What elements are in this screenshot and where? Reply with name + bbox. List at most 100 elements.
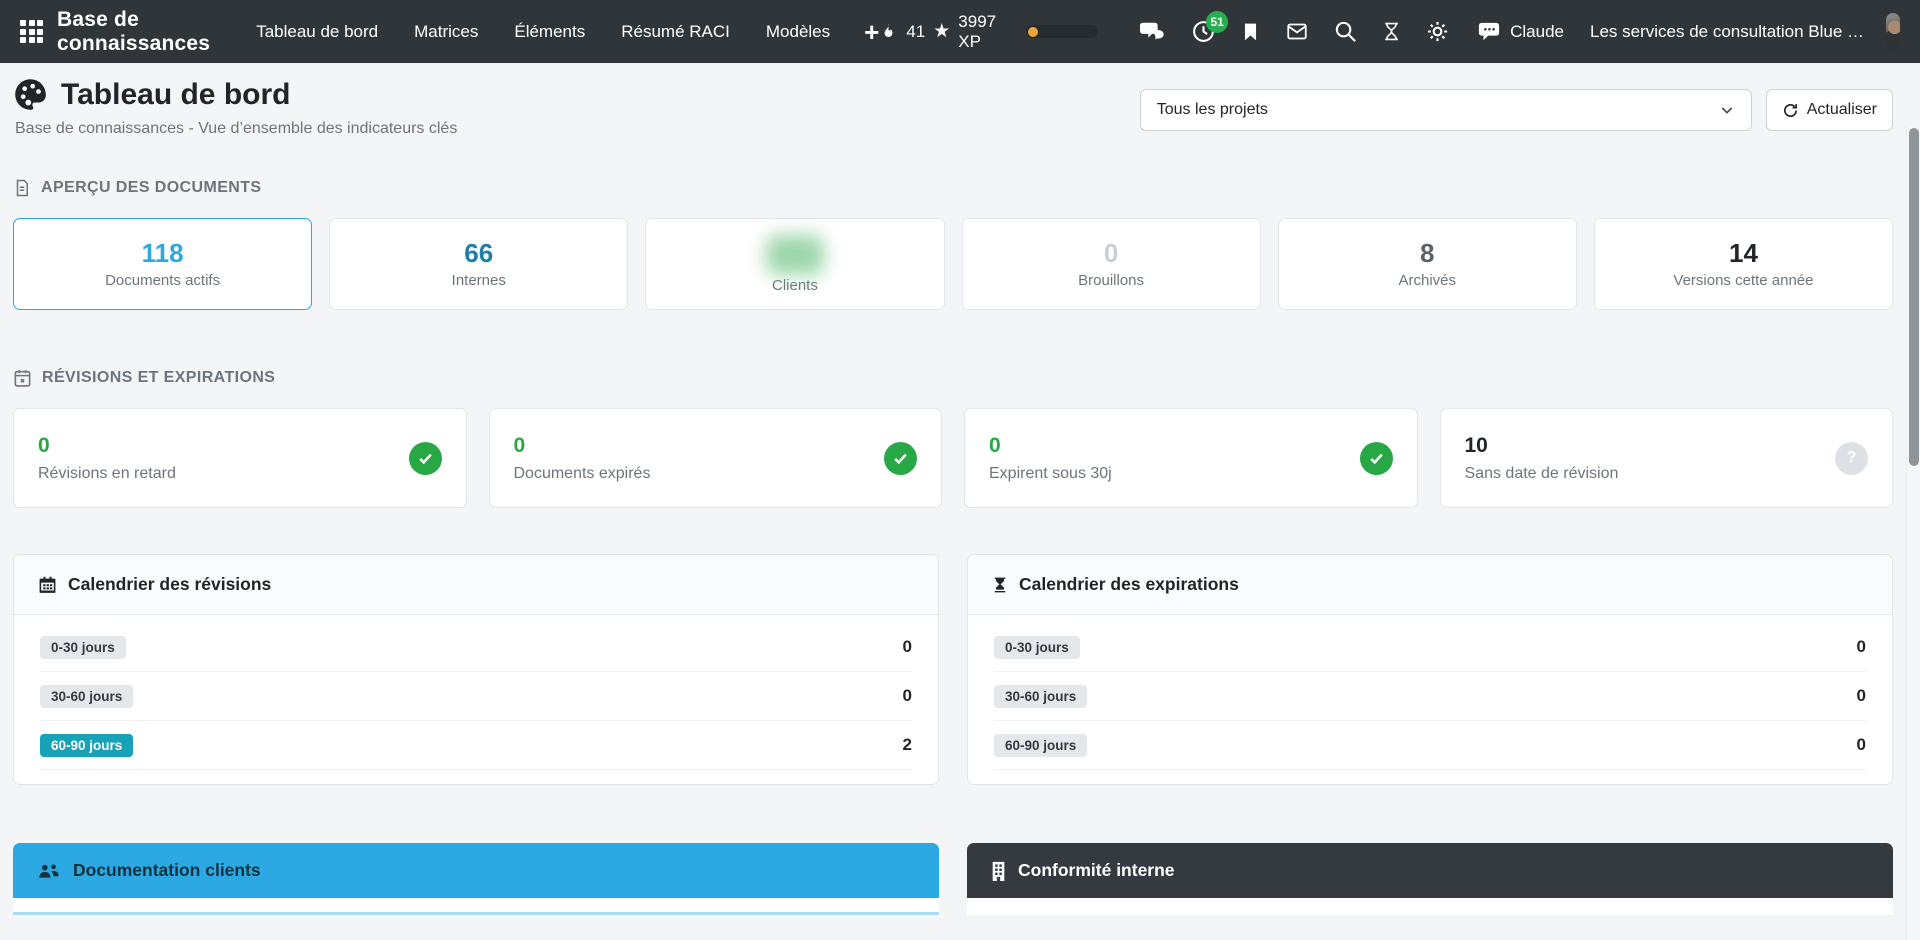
clients-value-redacted [766, 235, 824, 275]
assistant-label: Claude [1510, 22, 1564, 42]
revisions-en-retard-label: Révisions en retard [38, 465, 176, 483]
refresh-button[interactable]: Actualiser [1766, 89, 1893, 131]
row-value: 2 [903, 735, 912, 755]
scrollbar-thumb[interactable] [1909, 128, 1919, 466]
internes-value: 66 [464, 239, 493, 268]
card-clients[interactable]: Clients [645, 218, 944, 310]
documents-expires-label: Documents expirés [514, 465, 651, 483]
organization-switcher[interactable]: Les services de consultation Blue … [1590, 22, 1864, 42]
stat-revisions-en-retard[interactable]: 0 Révisions en retard [13, 408, 467, 508]
range-badge: 30-60 jours [994, 685, 1087, 708]
panel-calendrier-expirations: Calendrier des expirations 0-30 jours 0 … [967, 554, 1893, 785]
gamification-cluster: 41 ★ 3997 XP [879, 12, 1098, 52]
panel-conformite-interne: Conformité interne [967, 843, 1893, 915]
row-value: 0 [1857, 637, 1866, 657]
app-title[interactable]: Base de connaissances [57, 8, 210, 56]
calendar-x-icon [13, 368, 32, 388]
panel-title: Documentation clients [73, 860, 261, 881]
card-archives[interactable]: 8 Archivés [1278, 218, 1577, 310]
app-brand[interactable]: Base de connaissances [20, 8, 210, 56]
streak-count: 41 [906, 22, 925, 42]
nav-item-elements[interactable]: Éléments [514, 22, 585, 42]
archives-label: Archivés [1399, 272, 1457, 289]
panel-title: Calendrier des révisions [68, 574, 271, 595]
revisions-section-header: RÉVISIONS ET EXPIRATIONS [13, 368, 1893, 388]
user-avatar[interactable] [1886, 13, 1900, 51]
archives-value: 8 [1420, 239, 1434, 268]
expiration-row-60-90: 60-90 jours 0 [994, 721, 1866, 770]
row-value: 0 [903, 686, 912, 706]
project-filter-select[interactable]: Tous les projets [1140, 89, 1752, 131]
notification-count-badge: 51 [1206, 11, 1228, 33]
sans-date-revision-label: Sans date de révision [1465, 465, 1619, 483]
bottom-panels-row: Documentation clients Conformité interne [13, 843, 1893, 915]
users-icon [37, 861, 61, 881]
row-value: 0 [1857, 686, 1866, 706]
card-internes[interactable]: 66 Internes [329, 218, 628, 310]
top-navbar: Base de connaissances Tableau de bord Ma… [0, 0, 1920, 63]
bookmark-icon[interactable] [1241, 20, 1260, 43]
calendar-panels-row: Calendrier des révisions 0-30 jours 0 30… [13, 554, 1893, 785]
nav-item-resume-raci[interactable]: Résumé RACI [621, 22, 730, 42]
revision-stat-cards: 0 Révisions en retard 0 Documents expiré… [13, 408, 1893, 508]
panel-body-strip [13, 912, 939, 915]
dashboard-page: Tableau de bord Base de connaissances - … [0, 63, 1920, 915]
brouillons-label: Brouillons [1078, 272, 1144, 289]
refresh-icon [1782, 102, 1799, 119]
revision-row-60-90: 60-90 jours 2 [40, 721, 912, 770]
stat-expirent-sous-30j[interactable]: 0 Expirent sous 30j [964, 408, 1418, 508]
history-clock-icon[interactable]: 51 [1191, 19, 1216, 44]
page-title: Tableau de bord [61, 78, 290, 112]
project-filter-value: Tous les projets [1157, 101, 1268, 119]
clients-label: Clients [772, 277, 818, 294]
check-circle-icon [1360, 442, 1393, 475]
assistant-bubble-icon [1477, 21, 1501, 43]
apps-grid-icon[interactable] [20, 20, 43, 43]
brouillons-value: 0 [1104, 239, 1118, 268]
xp-progress-dot [1028, 27, 1038, 37]
calendar-icon [38, 575, 57, 595]
panel-body [13, 898, 939, 912]
revision-row-30-60: 30-60 jours 0 [40, 672, 912, 721]
xp-progress-bar [1026, 25, 1098, 38]
nav-item-tableau-de-bord[interactable]: Tableau de bord [256, 22, 378, 42]
sans-date-revision-value: 10 [1465, 434, 1619, 458]
row-value: 0 [903, 637, 912, 657]
question-circle-icon: ? [1835, 442, 1868, 475]
panel-documentation-clients: Documentation clients [13, 843, 939, 915]
mail-icon[interactable] [1285, 21, 1309, 42]
document-cards-row: 118 Documents actifs 66 Internes Clients… [13, 218, 1893, 310]
versions-annee-label: Versions cette année [1673, 272, 1813, 289]
document-icon [13, 178, 31, 198]
chat-bubbles-icon[interactable] [1140, 20, 1166, 44]
page-scrollbar[interactable] [1906, 126, 1920, 940]
panel-calendrier-revisions: Calendrier des révisions 0-30 jours 0 30… [13, 554, 939, 785]
card-brouillons[interactable]: 0 Brouillons [962, 218, 1261, 310]
hourglass-icon[interactable] [1382, 20, 1401, 43]
stat-sans-date-revision[interactable]: 10 Sans date de révision ? [1440, 408, 1894, 508]
flame-icon [879, 22, 898, 41]
stat-documents-expires[interactable]: 0 Documents expirés [489, 408, 943, 508]
search-icon[interactable] [1334, 20, 1357, 43]
assistant-menu[interactable]: Claude [1477, 21, 1564, 43]
gear-icon[interactable] [1426, 20, 1449, 43]
check-circle-icon [884, 442, 917, 475]
panel-title: Conformité interne [1018, 860, 1175, 881]
documents-actifs-label: Documents actifs [105, 272, 220, 289]
panel-title: Calendrier des expirations [1019, 574, 1239, 595]
card-versions-annee[interactable]: 14 Versions cette année [1594, 218, 1893, 310]
nav-item-modeles[interactable]: Modèles [766, 22, 830, 42]
page-header: Tableau de bord Base de connaissances - … [13, 77, 1893, 138]
page-subtitle: Base de connaissances - Vue d’ensemble d… [15, 120, 457, 138]
documents-expires-value: 0 [514, 434, 651, 458]
refresh-label: Actualiser [1807, 101, 1877, 119]
range-badge-highlighted: 60-90 jours [40, 734, 133, 757]
expiration-row-30-60: 30-60 jours 0 [994, 672, 1866, 721]
card-documents-actifs[interactable]: 118 Documents actifs [13, 218, 312, 310]
add-tab-button[interactable]: + [864, 19, 879, 45]
versions-annee-value: 14 [1729, 239, 1758, 268]
navbar-icons: 51 [1140, 19, 1449, 44]
row-value: 0 [1857, 735, 1866, 755]
nav-item-matrices[interactable]: Matrices [414, 22, 478, 42]
expiration-row-0-30: 0-30 jours 0 [994, 623, 1866, 672]
